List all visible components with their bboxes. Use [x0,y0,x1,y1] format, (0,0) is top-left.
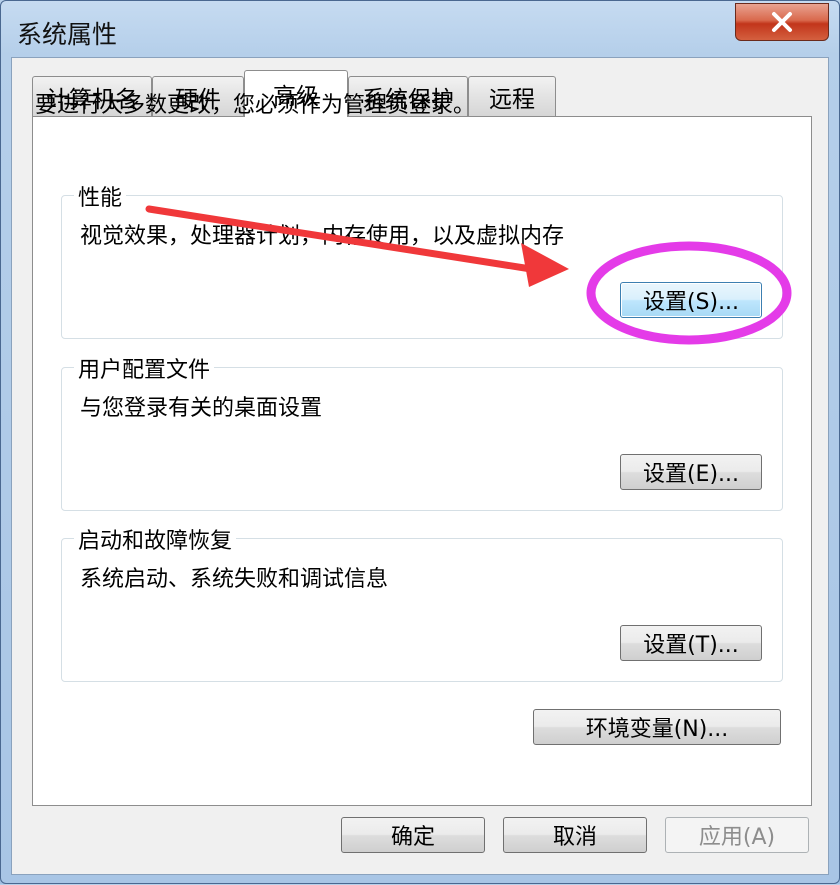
startup-recovery-description: 系统启动、系统失败和调试信息 [80,567,389,592]
cancel-button[interactable]: 取消 [503,817,647,853]
tab-label: 远程 [489,86,535,113]
system-properties-window: 系统属性 计算机名 硬件 高级 系统保护 远程 要进行大多数更改，您必须作为管理… [0,0,840,884]
performance-description: 视觉效果，处理器计划，内存使用，以及虚拟内存 [80,224,565,249]
user-profiles-title: 用户配置文件 [74,352,215,384]
ok-button[interactable]: 确定 [341,817,485,853]
user-profiles-description: 与您登录有关的桌面设置 [80,396,323,421]
startup-recovery-settings-button[interactable]: 设置(T)... [620,625,762,661]
admin-notice: 要进行大多数更改，您必须作为管理员登录。 [35,93,476,118]
title-bar[interactable]: 系统属性 [1,1,840,57]
window-title: 系统属性 [17,20,118,49]
close-button[interactable] [735,3,829,41]
performance-title: 性能 [74,180,127,212]
performance-settings-button[interactable]: 设置(S)... [620,282,762,318]
performance-group: 性能 视觉效果，处理器计划，内存使用，以及虚拟内存 设置(S)... [61,180,783,339]
user-profiles-settings-button[interactable]: 设置(E)... [620,454,762,490]
user-profiles-group: 用户配置文件 与您登录有关的桌面设置 设置(E)... [61,352,783,511]
tab-remote[interactable]: 远程 [468,76,556,116]
apply-button[interactable]: 应用(A) [665,817,809,853]
environment-variables-button[interactable]: 环境变量(N)... [533,709,781,745]
startup-recovery-group: 启动和故障恢复 系统启动、系统失败和调试信息 设置(T)... [61,523,783,682]
close-icon [772,12,792,32]
startup-recovery-title: 启动和故障恢复 [74,523,237,555]
